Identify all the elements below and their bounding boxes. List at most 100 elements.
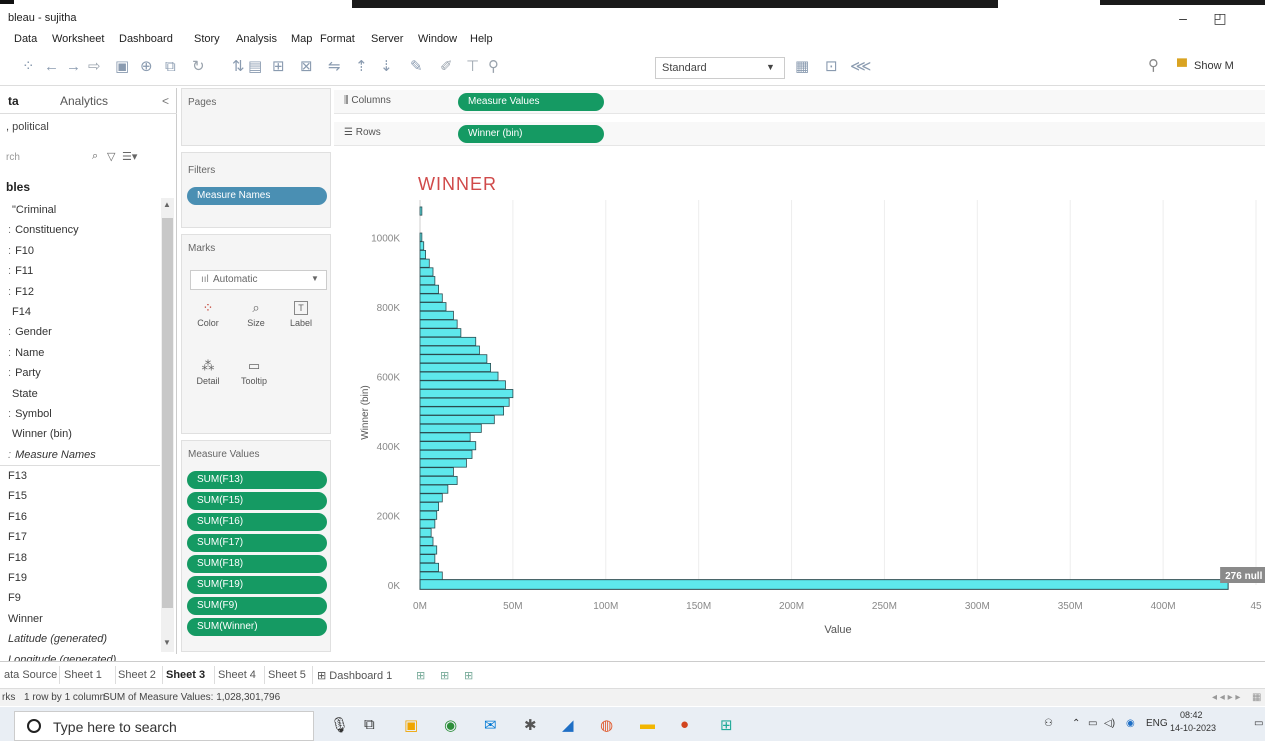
field-search-input[interactable]: rch bbox=[6, 152, 20, 163]
store-icon[interactable]: ▣ bbox=[404, 716, 418, 734]
columns-shelf[interactable]: ⫼ Columns Measure Values bbox=[334, 90, 1265, 114]
marks-tooltip-button[interactable]: ▭ Tooltip bbox=[236, 356, 272, 396]
mail-icon[interactable]: ✉ bbox=[484, 716, 497, 734]
menu-format[interactable]: Format bbox=[320, 33, 355, 45]
battery-icon[interactable]: ▭ bbox=[1088, 718, 1097, 729]
filter-pill-measure-names[interactable]: Measure Names bbox=[187, 187, 327, 205]
tableau-logo-icon[interactable]: ⁘ bbox=[22, 58, 35, 76]
field-item[interactable]: : Measure Names bbox=[0, 445, 160, 465]
clock-date[interactable]: 14-10-2023 bbox=[1170, 723, 1216, 733]
marks-color-button[interactable]: ⁘ Color bbox=[190, 298, 226, 338]
new-worksheet-icon[interactable]: ▤ bbox=[248, 58, 262, 76]
field-item[interactable]: : Name bbox=[0, 343, 160, 363]
field-search[interactable]: rch ⌕ ▽ ☰▾ bbox=[0, 148, 172, 170]
new-sheet-icon[interactable]: ⧉ bbox=[165, 58, 176, 76]
tab-sheet-1[interactable]: Sheet 1 bbox=[64, 669, 102, 681]
field-item[interactable]: F14 bbox=[0, 302, 160, 322]
measure-pill[interactable]: SUM(F16) bbox=[187, 513, 327, 531]
measure-item[interactable]: F13 bbox=[0, 466, 160, 486]
presentation-icon[interactable]: ⊡ bbox=[825, 58, 838, 76]
language-indicator[interactable]: ENG bbox=[1146, 718, 1168, 729]
back-icon[interactable]: ← bbox=[44, 58, 59, 76]
group-icon[interactable]: ⊞ bbox=[272, 58, 285, 76]
measure-item[interactable]: Winner bbox=[0, 609, 160, 629]
sort-asc-icon[interactable]: ⇡ bbox=[355, 58, 368, 76]
measure-item[interactable]: F17 bbox=[0, 527, 160, 547]
field-item[interactable]: : F10 bbox=[0, 241, 160, 261]
field-list-scrollbar[interactable]: ▲ ▼ bbox=[161, 198, 174, 652]
menu-map[interactable]: Map bbox=[291, 33, 312, 45]
powerpoint-icon[interactable]: ● bbox=[680, 716, 689, 733]
show-cards-icon[interactable]: ▦ bbox=[795, 58, 809, 76]
field-item[interactable]: : F12 bbox=[0, 282, 160, 302]
scroll-up-icon[interactable]: ▲ bbox=[163, 200, 171, 209]
edge-icon[interactable]: ◉ bbox=[444, 716, 457, 734]
windows-start-icon[interactable] bbox=[0, 707, 14, 741]
sheet-nav-arrows[interactable]: ◂ ◂ ▸ ▸ bbox=[1212, 692, 1240, 703]
volume-icon[interactable]: ◁) bbox=[1104, 718, 1115, 729]
measure-pill[interactable]: SUM(F9) bbox=[187, 597, 327, 615]
measure-item[interactable]: F9 bbox=[0, 588, 160, 608]
measure-item[interactable]: F19 bbox=[0, 568, 160, 588]
label-icon[interactable]: ⊤ bbox=[466, 58, 479, 76]
network-icon[interactable]: ◉ bbox=[1126, 718, 1135, 729]
sort-desc-icon[interactable]: ⇣ bbox=[380, 58, 393, 76]
share-icon[interactable]: ⋘ bbox=[850, 58, 871, 76]
menu-dashboard[interactable]: Dashboard bbox=[119, 33, 173, 45]
taskbar-search[interactable]: Type here to search bbox=[14, 711, 314, 741]
tab-analytics[interactable]: Analytics bbox=[60, 94, 108, 108]
measure-item[interactable]: F15 bbox=[0, 486, 160, 506]
measure-pill[interactable]: SUM(F13) bbox=[187, 471, 327, 489]
menu-story[interactable]: Story bbox=[194, 33, 220, 45]
field-item[interactable]: : Party bbox=[0, 363, 160, 383]
scroll-down-icon[interactable]: ▼ bbox=[163, 638, 171, 647]
tab-dashboard-1[interactable]: ⊞ Dashboard 1 bbox=[317, 669, 392, 682]
columns-pill[interactable]: Measure Values bbox=[458, 93, 604, 111]
collapse-pane-button[interactable]: < bbox=[162, 94, 169, 108]
clock-time[interactable]: 08:42 bbox=[1180, 710, 1203, 720]
menu-data[interactable]: Data bbox=[14, 33, 37, 45]
measure-item[interactable]: F18 bbox=[0, 548, 160, 568]
data-source-name[interactable]: , political bbox=[6, 121, 49, 133]
menu-server[interactable]: Server bbox=[371, 33, 403, 45]
filters-card[interactable]: Filters Measure Names bbox=[181, 152, 331, 228]
tab-sheet-5[interactable]: Sheet 5 bbox=[268, 669, 306, 681]
field-item[interactable]: : Symbol bbox=[0, 404, 160, 424]
new-dashboard-tab-icon[interactable]: ⊞ bbox=[440, 669, 449, 682]
swap-rows-columns-icon[interactable]: ⇋ bbox=[328, 58, 341, 76]
scrollbar-thumb[interactable] bbox=[162, 218, 173, 608]
rows-shelf[interactable]: ☰ Rows Winner (bin) bbox=[334, 122, 1265, 146]
menu-worksheet[interactable]: Worksheet bbox=[52, 33, 104, 45]
new-story-tab-icon[interactable]: ⊞ bbox=[464, 669, 473, 682]
marks-detail-button[interactable]: ⁂ Detail bbox=[190, 356, 226, 396]
measure-pill[interactable]: SUM(F18) bbox=[187, 555, 327, 573]
refresh-icon[interactable]: ↻ bbox=[192, 58, 205, 76]
people-icon[interactable]: ⚇ bbox=[1044, 718, 1053, 729]
redo-icon[interactable]: ⇨ bbox=[88, 58, 101, 76]
show-hidden-icon[interactable]: ⌃ bbox=[1072, 718, 1080, 729]
swap-icon[interactable]: ⇅ bbox=[232, 58, 245, 76]
save-icon[interactable]: ▣ bbox=[115, 58, 129, 76]
chart-svg[interactable]: WINNER 0M 50M 100M 150M 200M 250M 300M 350M 400M 4… bbox=[338, 150, 1265, 650]
file-explorer-icon[interactable]: ▬ bbox=[640, 716, 655, 733]
chart-area[interactable]: WINNER 0M 50M 100M 150M 200M 250M 300M 350M 400M 4… bbox=[338, 150, 1265, 650]
field-item[interactable]: : Gender bbox=[0, 322, 160, 342]
mic-icon[interactable]: 🎙 bbox=[330, 716, 349, 734]
tab-data[interactable]: ta bbox=[8, 94, 19, 108]
tab-sheet-3[interactable]: Sheet 3 bbox=[166, 669, 205, 681]
new-worksheet-tab-icon[interactable]: ⊞ bbox=[416, 669, 425, 682]
field-item[interactable]: State bbox=[0, 384, 160, 404]
field-item[interactable]: Winner (bin) bbox=[0, 424, 160, 444]
measure-pill[interactable]: SUM(F17) bbox=[187, 534, 327, 552]
vscode-icon[interactable]: ◢ bbox=[562, 716, 574, 734]
tableau-app-icon[interactable]: ⊞ bbox=[720, 716, 733, 734]
pen-icon[interactable]: ✐ bbox=[440, 58, 453, 76]
measure-pill[interactable]: SUM(F19) bbox=[187, 576, 327, 594]
restore-button[interactable]: ◰ bbox=[1208, 10, 1232, 27]
measure-item[interactable]: F16 bbox=[0, 507, 160, 527]
measure-pill[interactable]: SUM(F15) bbox=[187, 492, 327, 510]
grid-view-icon[interactable]: ▦ bbox=[1252, 692, 1261, 703]
measure-pill[interactable]: SUM(Winner) bbox=[187, 618, 327, 636]
pin-toolbar-icon[interactable]: ⚲ bbox=[1148, 56, 1159, 74]
tableau-icon[interactable]: ✱ bbox=[524, 716, 537, 734]
